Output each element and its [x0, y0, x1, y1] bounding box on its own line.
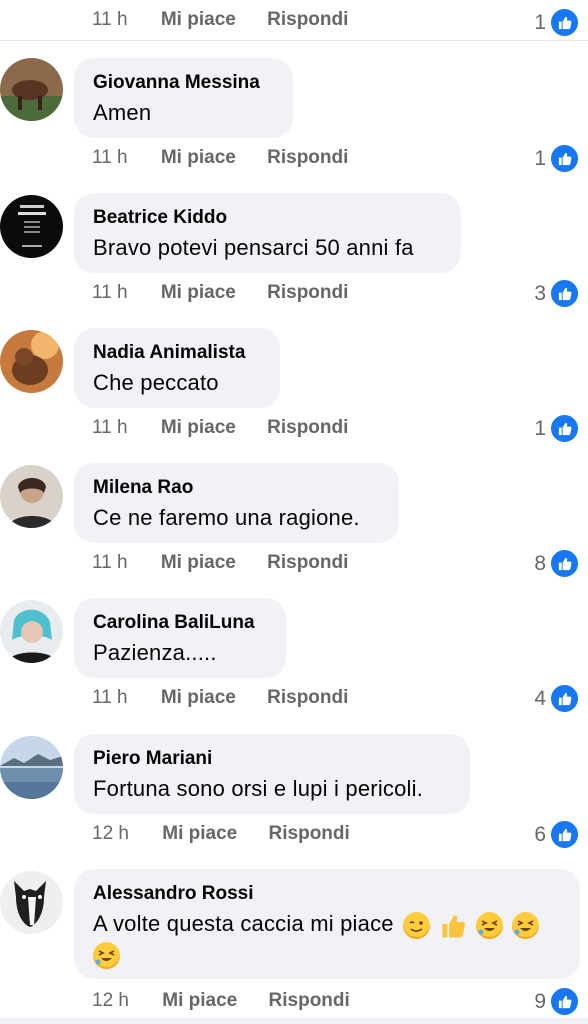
comment-bubble: Beatrice Kiddo Bravo potevi pensarci 50 …: [74, 193, 461, 273]
avatar[interactable]: [0, 465, 63, 528]
thumbs-up-icon: [549, 413, 580, 444]
comment-time: 11 h: [92, 552, 128, 573]
thumbs-up-icon: [549, 278, 580, 309]
avatar[interactable]: [0, 330, 63, 393]
avatar[interactable]: [0, 195, 63, 258]
like-count[interactable]: 4: [534, 683, 580, 714]
like-button[interactable]: Mi piace: [161, 417, 236, 439]
rolling-laughing-emoji: [475, 911, 503, 939]
comment-actions: 11 h Mi piace Rispondi: [92, 417, 374, 439]
like-count-number: 4: [534, 686, 546, 710]
comment-time: 11 h: [92, 282, 128, 303]
like-count-number: 8: [534, 551, 546, 575]
reply-button[interactable]: Rispondi: [267, 147, 348, 169]
reply-button[interactable]: Rispondi: [267, 417, 348, 439]
comment-time: 11 h: [92, 9, 128, 30]
comment-author[interactable]: Alessandro Rossi: [93, 882, 561, 906]
comment-text: Bravo potevi pensarci 50 anni fa: [93, 235, 414, 260]
like-count[interactable]: 3: [534, 278, 580, 309]
comment-text: Pazienza.....: [93, 640, 217, 665]
comment-author[interactable]: Milena Rao: [93, 476, 380, 500]
comment-bubble: Alessandro Rossi A volte questa caccia m…: [74, 869, 580, 979]
like-count-number: 3: [534, 281, 546, 305]
previous-comment-actions: 11 h Mi piace Rispondi 1: [0, 0, 588, 41]
like-button[interactable]: Mi piace: [161, 9, 236, 31]
comment-author[interactable]: Carolina BaliLuna: [93, 611, 267, 635]
like-count[interactable]: 6: [534, 819, 580, 850]
avatar[interactable]: [0, 871, 63, 934]
comment-author[interactable]: Piero Mariani: [93, 747, 451, 771]
comment-bubble: Giovanna Messina Amen: [74, 58, 293, 138]
comment-actions: 11 h Mi piace Rispondi: [92, 282, 374, 304]
like-count[interactable]: 9: [534, 986, 580, 1017]
like-count[interactable]: 1: [534, 7, 580, 38]
comment-bubble: Carolina BaliLuna Pazienza.....: [74, 598, 286, 678]
comment-time: 12 h: [92, 823, 129, 844]
comment-author[interactable]: Nadia Animalista: [93, 341, 261, 365]
comment-actions: 11 h Mi piace Rispondi: [92, 147, 374, 169]
like-count-number: 1: [534, 416, 546, 440]
comment-bubble: Piero Mariani Fortuna sono orsi e lupi i…: [74, 734, 470, 814]
winking-face-emoji: [403, 911, 431, 939]
reply-button[interactable]: Rispondi: [267, 687, 348, 709]
comment-author[interactable]: Giovanna Messina: [93, 71, 274, 95]
like-count[interactable]: 1: [534, 143, 580, 174]
like-count-number: 1: [534, 10, 546, 34]
reply-button[interactable]: Rispondi: [267, 282, 348, 304]
like-count[interactable]: 1: [534, 413, 580, 444]
avatar[interactable]: [0, 58, 63, 121]
like-button[interactable]: Mi piace: [161, 552, 236, 574]
like-button[interactable]: Mi piace: [162, 990, 237, 1012]
comment-time: 11 h: [92, 687, 128, 708]
reply-button[interactable]: Rispondi: [269, 990, 350, 1012]
reply-button[interactable]: Rispondi: [267, 9, 348, 31]
reply-button[interactable]: Rispondi: [267, 552, 348, 574]
like-button[interactable]: Mi piace: [161, 282, 236, 304]
previous-actions-row: 11 h Mi piace Rispondi: [92, 9, 374, 31]
like-count[interactable]: 8: [534, 548, 580, 579]
like-button[interactable]: Mi piace: [161, 147, 236, 169]
avatar[interactable]: [0, 736, 63, 799]
comment-time: 11 h: [92, 417, 128, 438]
thumbs-up-icon: [549, 683, 580, 714]
comment-bubble: Nadia Animalista Che peccato: [74, 328, 280, 408]
thumbs-up-emoji: [439, 912, 466, 939]
like-count-number: 9: [534, 989, 546, 1013]
comment-actions: 12 h Mi piace Rispondi: [92, 823, 376, 845]
thumbs-up-icon: [549, 7, 580, 38]
like-count-number: 6: [534, 822, 546, 846]
like-button[interactable]: Mi piace: [161, 687, 236, 709]
reply-button[interactable]: Rispondi: [269, 823, 350, 845]
avatar[interactable]: [0, 600, 63, 663]
rolling-laughing-emoji: [511, 911, 539, 939]
bottom-divider: [0, 1018, 588, 1024]
comment-text: Amen: [93, 100, 152, 125]
comment-text: Ce ne faremo una ragione.: [93, 505, 360, 530]
comment-actions: 11 h Mi piace Rispondi: [92, 687, 374, 709]
comment-actions: 12 h Mi piace Rispondi: [92, 990, 376, 1012]
thumbs-up-icon: [549, 548, 580, 579]
thumbs-up-icon: [549, 986, 580, 1017]
comment-time: 11 h: [92, 147, 128, 168]
comment-text-container: A volte questa caccia mi piace: [93, 909, 561, 969]
rolling-laughing-emoji: [93, 941, 120, 969]
comment-time: 12 h: [92, 990, 129, 1011]
comment-text: Che peccato: [93, 370, 219, 395]
thumbs-up-icon: [549, 143, 580, 174]
thumbs-up-icon: [549, 819, 580, 850]
comment-author[interactable]: Beatrice Kiddo: [93, 206, 442, 230]
like-count-number: 1: [534, 146, 546, 170]
comment-bubble: Milena Rao Ce ne faremo una ragione.: [74, 463, 399, 543]
comment-text: Fortuna sono orsi e lupi i pericoli.: [93, 776, 424, 801]
like-button[interactable]: Mi piace: [162, 823, 237, 845]
comment-actions: 11 h Mi piace Rispondi: [92, 552, 374, 574]
comment-text: A volte questa caccia mi piace: [93, 911, 394, 936]
